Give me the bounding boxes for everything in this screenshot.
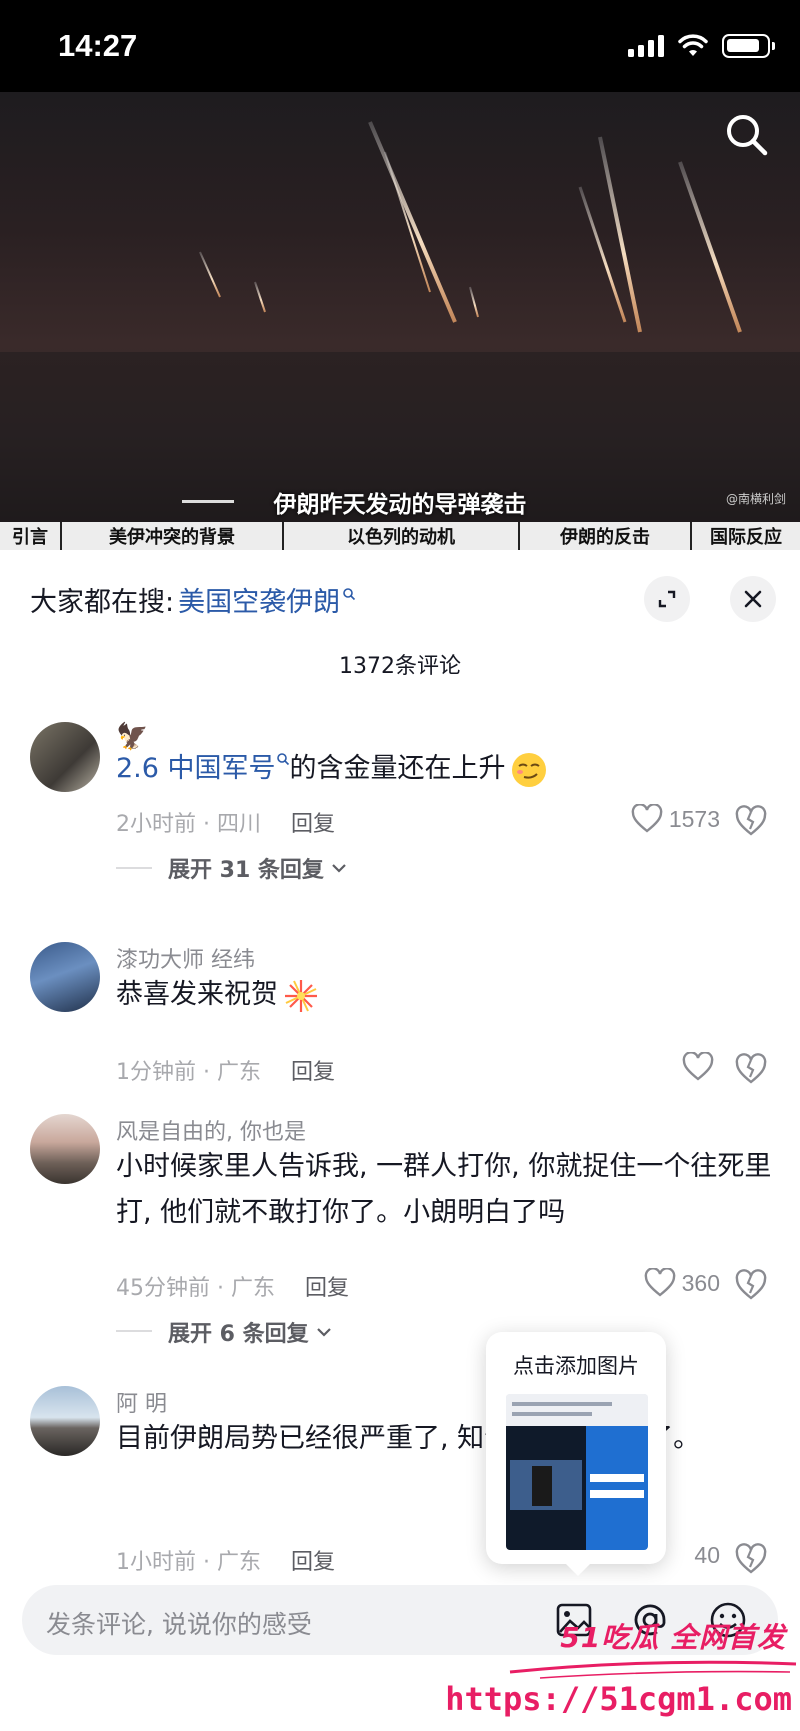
expand-icon bbox=[658, 590, 676, 608]
comment-text-body: 恭喜发来祝贺 bbox=[116, 979, 278, 1010]
wifi-icon bbox=[678, 34, 708, 56]
video-player[interactable]: 伊朗昨天发动的导弹袭击 @南横利剑 引言 美伊冲突的背景 以色列的动机 伊朗的反… bbox=[0, 92, 800, 550]
status-bar: 14:27 bbox=[0, 0, 800, 92]
chapter-item[interactable]: 伊朗的反击 bbox=[520, 522, 692, 550]
comment-text-rest: 的含金量还在上升 bbox=[289, 753, 506, 784]
chapter-item[interactable]: 引言 bbox=[0, 522, 62, 550]
broken-heart-icon[interactable] bbox=[734, 1268, 768, 1302]
comment-meta: 1分钟前 · 广东 回复 bbox=[116, 1054, 335, 1086]
chevron-down-icon bbox=[316, 1328, 331, 1337]
expand-replies-button[interactable]: 展开 6 条回复 bbox=[168, 1316, 333, 1348]
comment-author[interactable]: 阿 明 bbox=[116, 1386, 167, 1418]
hot-search-term[interactable]: 美国空袭伊朗 bbox=[178, 580, 340, 619]
expand-button[interactable] bbox=[644, 576, 690, 622]
broken-heart-icon[interactable] bbox=[734, 1052, 768, 1086]
comment-time-location: 1分钟前 · 广东 bbox=[116, 1060, 261, 1085]
broken-heart-icon[interactable] bbox=[734, 1542, 768, 1576]
comment-meta: 45分钟前 · 广东 回复 bbox=[116, 1270, 349, 1302]
comment-time-location: 45分钟前 · 广东 bbox=[116, 1276, 275, 1301]
search-icon[interactable] bbox=[722, 110, 770, 158]
chapter-bar: 引言 美伊冲突的背景 以色列的动机 伊朗的反击 国际反应 bbox=[0, 522, 800, 550]
like-count: 40 bbox=[694, 1542, 720, 1568]
comment-sheet: 大家都在搜: 美国空袭伊朗 1372条评论 🦅 2.6 中国军号 的含金量还在上升… bbox=[0, 550, 800, 1731]
reply-button[interactable]: 回复 bbox=[291, 812, 335, 837]
comment-count: 1372条评论 bbox=[339, 654, 461, 679]
chapter-item[interactable]: 美伊冲突的背景 bbox=[62, 522, 284, 550]
comment-time-location: 2小时前 · 四川 bbox=[116, 812, 261, 837]
expand-replies-button[interactable]: 展开 31 条回复 bbox=[168, 852, 348, 884]
image-thumbnail[interactable] bbox=[506, 1394, 648, 1550]
popup-title: 点击添加图片 bbox=[513, 1354, 639, 1378]
search-icon bbox=[343, 587, 356, 600]
fireworks-emoji-icon bbox=[285, 979, 317, 1012]
heart-icon bbox=[631, 804, 663, 833]
avatar[interactable] bbox=[30, 1114, 100, 1184]
like-button[interactable]: 360 bbox=[600, 1268, 720, 1298]
smirk-emoji-icon bbox=[511, 752, 546, 787]
comment-meta: 1小时前 · 广东 回复 bbox=[116, 1544, 335, 1576]
reply-button[interactable]: 回复 bbox=[291, 1550, 335, 1575]
video-caption: 伊朗昨天发动的导弹袭击 bbox=[273, 491, 527, 518]
search-icon bbox=[276, 753, 289, 766]
chevron-down-icon bbox=[332, 864, 346, 873]
avatar[interactable] bbox=[30, 942, 100, 1012]
broken-heart-icon[interactable] bbox=[734, 804, 768, 838]
comment-author[interactable]: 漆功大师 经纬 bbox=[116, 942, 255, 974]
comment-time-location: 1小时前 · 广东 bbox=[116, 1550, 261, 1575]
like-count: 360 bbox=[681, 1269, 720, 1296]
heart-icon bbox=[682, 1052, 714, 1081]
comment-hashtag-link[interactable]: 2.6 中国军号 bbox=[116, 753, 276, 784]
close-icon bbox=[744, 590, 762, 608]
site-brand: 51吃瓜 全网首发 bbox=[560, 1621, 786, 1654]
video-watermark: @南横利剑 bbox=[725, 492, 786, 506]
battery-icon bbox=[722, 34, 775, 58]
comment-text: 2.6 中国军号 的含金量还在上升 bbox=[116, 746, 776, 792]
comment-author[interactable]: 风是自由的, 你也是 bbox=[116, 1114, 306, 1146]
avatar[interactable] bbox=[30, 1386, 100, 1456]
comment-meta: 2小时前 · 四川 回复 bbox=[116, 806, 335, 838]
comment-text: 恭喜发来祝贺 bbox=[116, 972, 776, 1018]
avatar[interactable] bbox=[30, 722, 100, 792]
site-url: https://51cgm1.com bbox=[445, 1680, 792, 1718]
chapter-item[interactable]: 国际反应 bbox=[692, 522, 800, 550]
comment-input-placeholder[interactable]: 发条评论, 说说你的感受 bbox=[46, 1605, 312, 1641]
expand-divider bbox=[116, 867, 152, 869]
comment-text: 小时候家里人告诉我, 一群人打你, 你就捉住一个往死里打, 他们就不敢打你了。小… bbox=[116, 1151, 772, 1228]
reply-button[interactable]: 回复 bbox=[291, 1060, 335, 1085]
add-image-popup[interactable]: 点击添加图片 bbox=[486, 1332, 666, 1576]
expand-replies-label: 展开 31 条回复 bbox=[168, 858, 324, 883]
cellular-signal-icon bbox=[628, 35, 664, 57]
heart-icon bbox=[644, 1268, 675, 1297]
comment-text: 目前伊朗局势已经很严重了, 知今天不用上班了。 bbox=[116, 1423, 701, 1454]
close-button[interactable] bbox=[730, 576, 776, 622]
thumbnail-preview bbox=[506, 1394, 648, 1550]
status-icons bbox=[628, 34, 775, 58]
expand-replies-label: 展开 6 条回复 bbox=[168, 1322, 309, 1347]
like-button[interactable] bbox=[600, 1052, 720, 1082]
reply-button[interactable]: 回复 bbox=[305, 1276, 349, 1301]
hot-search[interactable]: 大家都在搜: 美国空袭伊朗 bbox=[30, 580, 356, 619]
chapter-item[interactable]: 以色列的动机 bbox=[284, 522, 520, 550]
site-watermark: 51吃瓜 全网首发 https://51cgm1.com bbox=[445, 1608, 800, 1731]
hot-search-prefix: 大家都在搜: bbox=[30, 587, 175, 618]
like-button[interactable]: 1573 bbox=[600, 804, 720, 834]
status-time: 14:27 bbox=[58, 28, 138, 63]
like-count: 1573 bbox=[668, 805, 720, 832]
video-frame-missile-trails bbox=[0, 121, 800, 522]
expand-divider bbox=[116, 1330, 152, 1332]
